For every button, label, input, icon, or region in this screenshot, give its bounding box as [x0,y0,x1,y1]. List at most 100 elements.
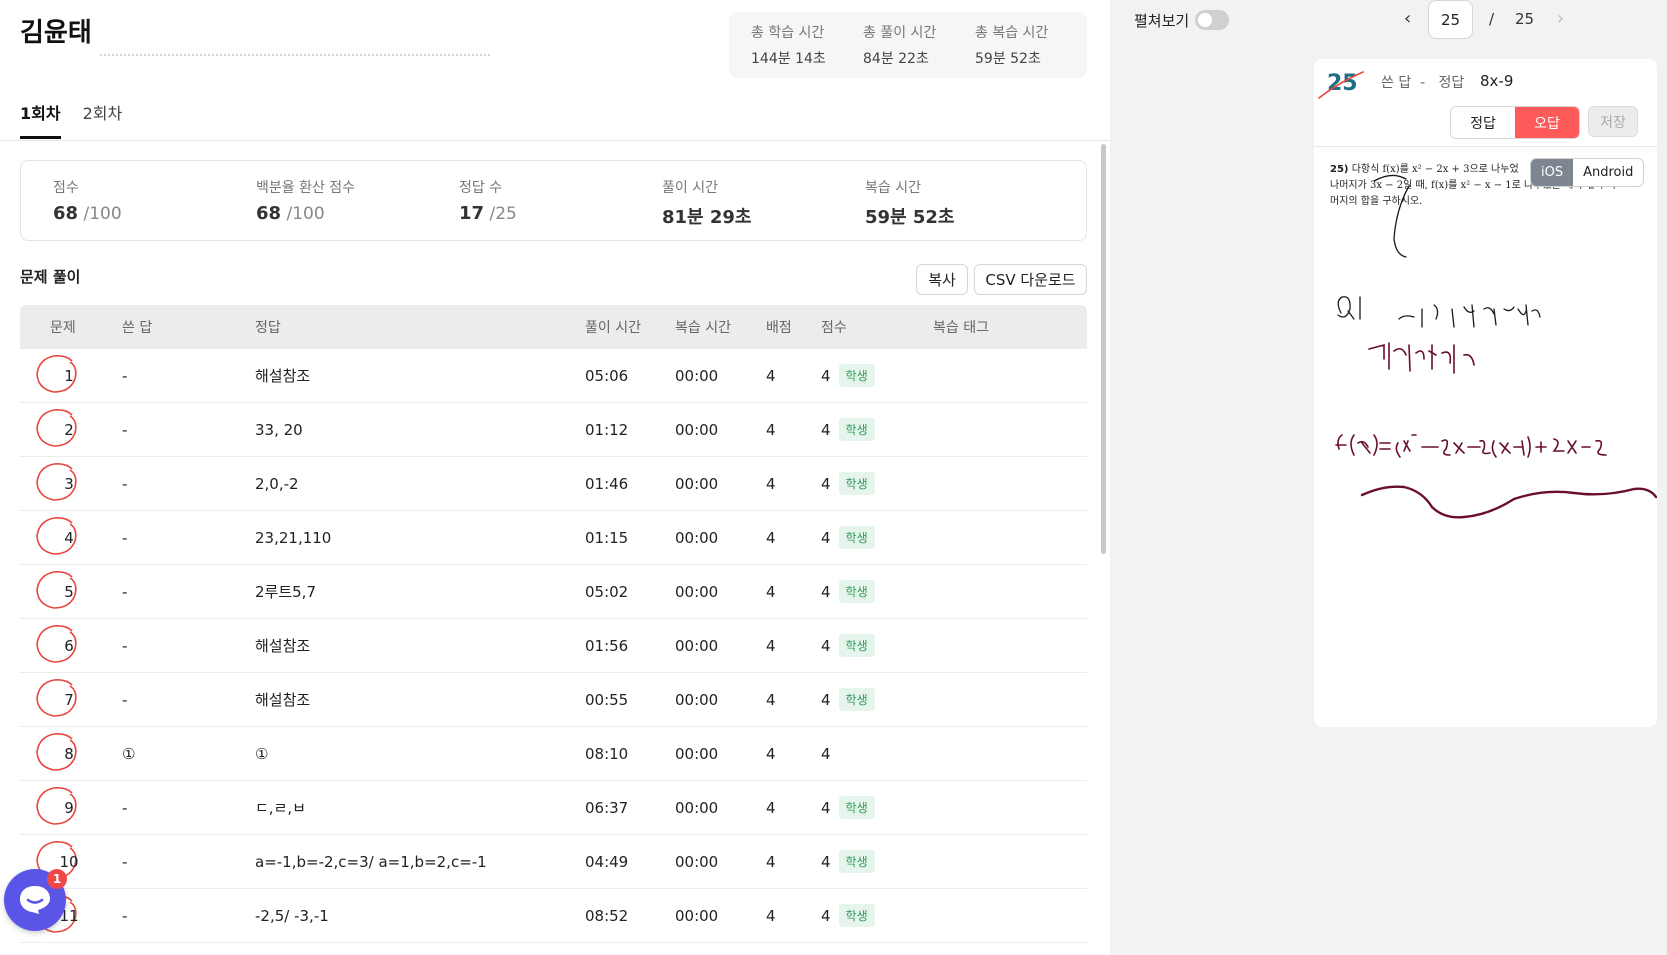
save-button[interactable]: 저장 [1588,106,1638,137]
table-row[interactable]: 1 - 해설참조 05:06 00:00 4 4 학생 [20,349,1087,403]
score-value: 4 [821,528,831,547]
score-value: 4 [821,798,831,817]
solve-time-cell: 01:46 [585,474,629,493]
written-answer-cell: - [122,366,128,385]
score-value: 4 [821,690,831,709]
page-number-input[interactable]: 25 [1428,0,1473,39]
table-row[interactable]: 5 - 2루트5,7 05:02 00:00 4 4 학생 [20,565,1087,619]
page-total: 25 [1515,10,1535,28]
correct-answer-cell: 해설참조 [255,691,311,709]
wrong-mark-icon [1318,71,1364,99]
question-number-cell: 6 [20,624,120,663]
table-row[interactable]: 6 - 해설참조 01:56 00:00 4 4 학생 [20,619,1087,673]
correct-answer-value: 8x-9 [1480,72,1514,90]
written-answer-cell: - [122,906,128,925]
solve-time-cell: 00:55 [585,690,629,709]
correct-answer-cell: 33, 20 [255,420,303,439]
grader-tag: 학생 [838,850,875,873]
question-number-cell: 4 [20,516,120,555]
score-summary-card: 점수 68 /100 백분율 환산 점수 68 /100 정답 수 17 /25… [20,160,1087,241]
solve-time-cell: 04:49 [585,852,629,871]
points-cell: 4 [766,474,776,493]
toggle-knob [1198,13,1212,27]
review-time-cell: 00:00 [675,852,719,871]
totals-box: 총 학습 시간 144분 14초 총 풀이 시간 84분 22초 총 복습 시간… [729,12,1087,78]
points-cell: 4 [766,636,776,655]
mark-wrong-button[interactable]: 오답 [1515,107,1579,138]
table-row[interactable]: 8 ① ① 08:10 00:00 4 4 [20,727,1087,781]
correct-answer-cell: ㄷ,ㄹ,ㅂ [255,799,306,817]
question-number-cell: 8 [20,732,120,771]
grader-tag: 학생 [838,688,875,711]
question-number-cell: 2 [20,408,120,447]
correct-answer-cell: 23,21,110 [255,528,332,547]
table-row[interactable]: 9 - ㄷ,ㄹ,ㅂ 06:37 00:00 4 4 학생 [20,781,1087,835]
question-number: 3 [64,474,74,493]
chevron-left-icon[interactable]: ‹ [1404,8,1411,29]
grader-tag: 학생 [838,364,875,387]
solve-time-cell: 01:56 [585,636,629,655]
handwritten-note [1337,174,1541,328]
review-time-cell: 00:00 [675,744,719,763]
csv-download-button[interactable]: CSV 다운로드 [974,264,1087,295]
review-time-cell: 00:00 [675,798,719,817]
question-number-cell: 1 [20,354,120,393]
summary-solve-time: 풀이 시간 81분 29초 [662,180,752,228]
copy-button[interactable]: 복사 [916,264,968,295]
question-number-cell: 7 [20,678,120,717]
spread-view-toggle[interactable] [1195,10,1229,30]
written-answer-cell: - [122,636,128,655]
correct-mark-icon [36,786,77,825]
total-study-time: 총 학습 시간 144분 14초 [751,25,826,67]
handwriting-canvas [1335,174,1657,519]
correct-answer-cell: ① [255,744,269,763]
table-row[interactable]: 10 - a=-1,b=-2,c=3/ a=1,b=2,c=-1 04:49 00:00… [20,835,1087,889]
score-cell: 4 [821,745,933,763]
score-value: 4 [821,420,831,439]
table-row[interactable]: 3 - 2,0,-2 01:46 00:00 4 4 학생 [20,457,1087,511]
points-cell: 4 [766,582,776,601]
question-number: 2 [64,420,74,439]
written-answer-cell: ① [122,744,136,763]
table-row[interactable]: 11- -2,5/ -3,-1 08:52 00:00 4 4 학생 [20,889,1087,943]
correct-mark-icon [36,624,77,663]
score-cell: 4 학생 [821,472,933,495]
scrollbar-thumb[interactable] [1101,144,1106,554]
review-time-cell: 00:00 [675,906,719,925]
solve-time-cell: 05:06 [585,366,629,385]
tabs-divider [0,140,1110,141]
question-number-cell: 9 [20,786,120,825]
score-cell: 4 학생 [821,634,933,657]
table-row[interactable]: 4 - 23,21,110 01:15 00:00 4 4 학생 [20,511,1087,565]
tab-attempt-1[interactable]: 1회차 [20,100,61,139]
tab-attempt-2[interactable]: 2회차 [83,100,123,139]
correct-mark-icon [36,732,77,771]
score-value: 4 [821,366,831,385]
grade-segment: 정답 오답 [1450,106,1580,139]
correct-answer-cell: 해설참조 [255,637,311,655]
correct-mark-icon [36,516,77,555]
answer-card-header: 25 쓴 답 - 정답 8x-9 정답 오답 저장 [1314,59,1657,147]
summary-correct-count: 정답 수 17 /25 [459,180,517,224]
grader-tag: 학생 [838,904,875,927]
question-number: 9 [64,798,74,817]
mark-correct-button[interactable]: 정답 [1451,107,1515,138]
correct-answer-cell: a=-1,b=-2,c=3/ a=1,b=2,c=-1 [255,852,487,871]
grader-tag: 학생 [838,796,875,819]
spread-view-label: 펼쳐보기 [1134,12,1190,30]
grader-tag: 학생 [838,472,875,495]
col-score: 점수 [821,320,847,336]
review-time-cell: 00:00 [675,474,719,493]
solve-time-cell: 01:15 [585,528,629,547]
score-value: 4 [821,636,831,655]
chevron-right-icon[interactable]: › [1557,8,1564,29]
review-time-cell: 00:00 [675,636,719,655]
question-number-cell: 5 [20,570,120,609]
table-row[interactable]: 2 - 33, 20 01:12 00:00 4 4 학생 [20,403,1087,457]
review-time-cell: 00:00 [675,366,719,385]
table-row[interactable]: 7 - 해설참조 00:55 00:00 4 4 학생 [20,673,1087,727]
score-value: 4 [821,474,831,493]
question-number: 5 [64,582,74,601]
summary-percent: 백분율 환산 점수 68 /100 [256,180,356,224]
attempt-tabs: 1회차 2회차 [20,100,122,139]
